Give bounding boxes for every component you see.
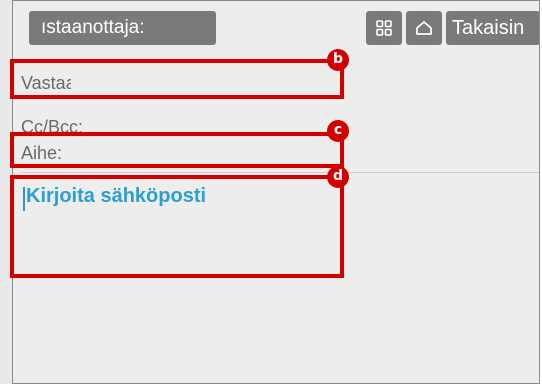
callout-box-c (10, 132, 344, 168)
callout-box-b (10, 59, 344, 99)
back-button[interactable]: Takaisin (446, 11, 539, 45)
recipient-button-label: ıstaanottaja: (41, 17, 145, 38)
callout-badge-d: d (327, 166, 349, 188)
back-button-label: Takaisin (452, 17, 525, 39)
grid-icon (376, 20, 392, 36)
recipient-button[interactable]: ıstaanottaja: (29, 11, 216, 45)
callout-badge-b: b (327, 49, 349, 71)
callout-box-d (10, 175, 344, 278)
grid-button[interactable] (366, 11, 402, 45)
header-divider (21, 172, 539, 173)
callout-badge-c: c (327, 120, 349, 142)
toolbar: ıstaanottaja: Takaisin (13, 1, 539, 57)
home-button[interactable] (406, 11, 442, 45)
home-icon (416, 21, 432, 35)
